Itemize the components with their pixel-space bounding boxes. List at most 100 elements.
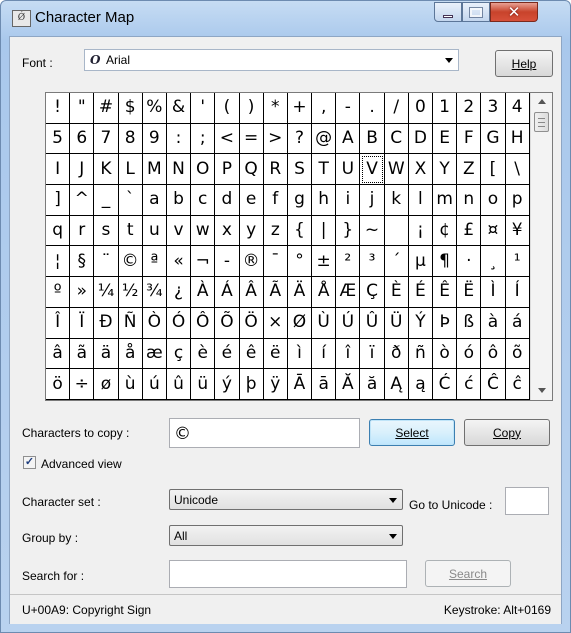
character-cell[interactable]: c [191,185,216,216]
character-cell[interactable]: S [287,154,313,186]
character-cell[interactable]: ! [46,93,71,124]
character-cell[interactable]: ¶ [433,246,458,278]
character-cell[interactable]: > [263,123,288,155]
character-cell[interactable]: 9 [142,123,167,155]
vertical-scrollbar[interactable] [530,93,552,400]
character-cell[interactable]: _ [94,185,119,216]
character-cell[interactable]: ā [312,369,337,400]
character-cell[interactable]: & [166,93,192,124]
character-cell[interactable]: $ [118,93,143,124]
character-cell[interactable]: 6 [70,123,95,155]
character-cell[interactable]: ë [263,338,288,370]
character-cell[interactable]: À [191,277,216,308]
character-cell[interactable]: Ð [94,307,119,339]
character-cell[interactable]: ¡ [408,215,433,247]
close-button[interactable]: ✕ [490,2,538,22]
character-cell[interactable]: ¹ [505,246,530,278]
character-cell[interactable]: ¢ [433,215,458,247]
character-cell[interactable]: R [263,154,288,186]
character-cell[interactable]: Ï [70,307,95,339]
character-cell[interactable]: Ä [287,277,313,308]
character-cell[interactable]: B [360,123,385,155]
character-cell[interactable]: k [384,185,409,216]
character-cell[interactable]: 2 [457,93,482,124]
character-cell[interactable]: þ [239,369,264,400]
character-cell[interactable]: : [166,123,192,155]
character-cell[interactable]: Ì [481,277,506,308]
character-cell[interactable]: Ñ [118,307,143,339]
search-input[interactable] [169,560,407,588]
character-cell[interactable]: h [312,185,337,216]
character-cell[interactable]: p [505,185,530,216]
character-cell[interactable]: < [215,123,240,155]
character-cell[interactable]: . [360,93,385,124]
character-cell[interactable]: ¸ [481,246,506,278]
character-cell[interactable]: ą [408,369,433,400]
title-bar[interactable]: Ǿ Character Map ✕ [1,1,570,35]
character-cell[interactable]: F [457,123,482,155]
character-cell[interactable]: N [166,154,192,186]
character-cell[interactable]: ð [384,338,409,370]
character-cell[interactable]: d [215,185,240,216]
character-cell[interactable]: l [408,185,433,216]
character-cell[interactable]: ? [287,123,313,155]
character-cell[interactable]: » [70,277,95,308]
character-cell[interactable]: ; [191,123,216,155]
character-cell[interactable]: U [336,154,361,186]
character-cell[interactable]: ¯ [263,246,288,278]
character-cell[interactable]: ñ [408,338,433,370]
character-cell[interactable]: Ù [312,307,337,339]
character-grid[interactable]: ! " # $% & '() * +, -./0 1 2 3 4 5 6 7 8 9:; < = >? @ A B C D E F G H… [46,93,530,400]
character-cell[interactable]: , [312,93,337,124]
character-cell[interactable]: X [408,154,433,186]
character-cell[interactable]: í [312,338,337,370]
character-cell[interactable]: ¨ [94,246,119,278]
character-cell[interactable]: Ü [384,307,409,339]
character-cell[interactable]: ¼ [94,277,119,308]
scroll-down-icon[interactable] [538,388,546,393]
character-cell[interactable]: J [70,154,95,186]
character-cell[interactable]: Ö [239,307,264,339]
character-cell[interactable]: r [70,215,95,247]
character-cell[interactable]: Ć [433,369,458,400]
character-cell[interactable]: à [481,307,506,339]
character-cell[interactable]: â [46,338,71,370]
character-cell[interactable]: Õ [215,307,240,339]
character-cell[interactable]: Ą [384,369,409,400]
character-cell[interactable]: f [263,185,288,216]
character-cell[interactable]: x [215,215,240,247]
character-cell[interactable]: Z [457,154,482,186]
character-cell[interactable]: Ø [287,307,313,339]
character-cell[interactable]: Ê [433,277,458,308]
character-cell[interactable]: ÷ [70,369,95,400]
character-cell[interactable]: ó [457,338,482,370]
character-cell[interactable]: × [263,307,288,339]
character-cell[interactable]: - [336,93,361,124]
character-cell[interactable]: « [166,246,192,278]
character-cell[interactable]: C [384,123,409,155]
character-cell[interactable]: * [263,93,288,124]
character-cell[interactable]: ý [215,369,240,400]
character-cell[interactable]: ¦ [46,246,71,278]
character-cell[interactable]: 4 [505,93,530,124]
character-cell[interactable]: ¾ [142,277,167,308]
character-cell[interactable]: Ç [360,277,385,308]
character-cell[interactable]: P [215,154,240,186]
character-cell[interactable]: D [408,123,433,155]
character-cell[interactable]: I [46,154,71,186]
character-cell[interactable]: ³ [360,246,385,278]
character-cell[interactable]: Ă [336,369,361,400]
character-cell[interactable]: ß [457,307,482,339]
character-cell[interactable]: ´ [384,246,409,278]
character-cell[interactable]: ï [360,338,385,370]
select-button[interactable]: Select [369,419,455,446]
character-cell-selected[interactable]: V [360,154,385,186]
character-cell[interactable]: L [118,154,143,186]
character-cell[interactable]: 3 [481,93,506,124]
character-cell[interactable]: H [505,123,530,155]
character-cell[interactable]: è [191,338,216,370]
character-cell[interactable]: ö [46,369,71,400]
character-cell[interactable]: ć [457,369,482,400]
character-cell[interactable]: ® [239,246,264,278]
character-cell[interactable]: ° [287,246,313,278]
